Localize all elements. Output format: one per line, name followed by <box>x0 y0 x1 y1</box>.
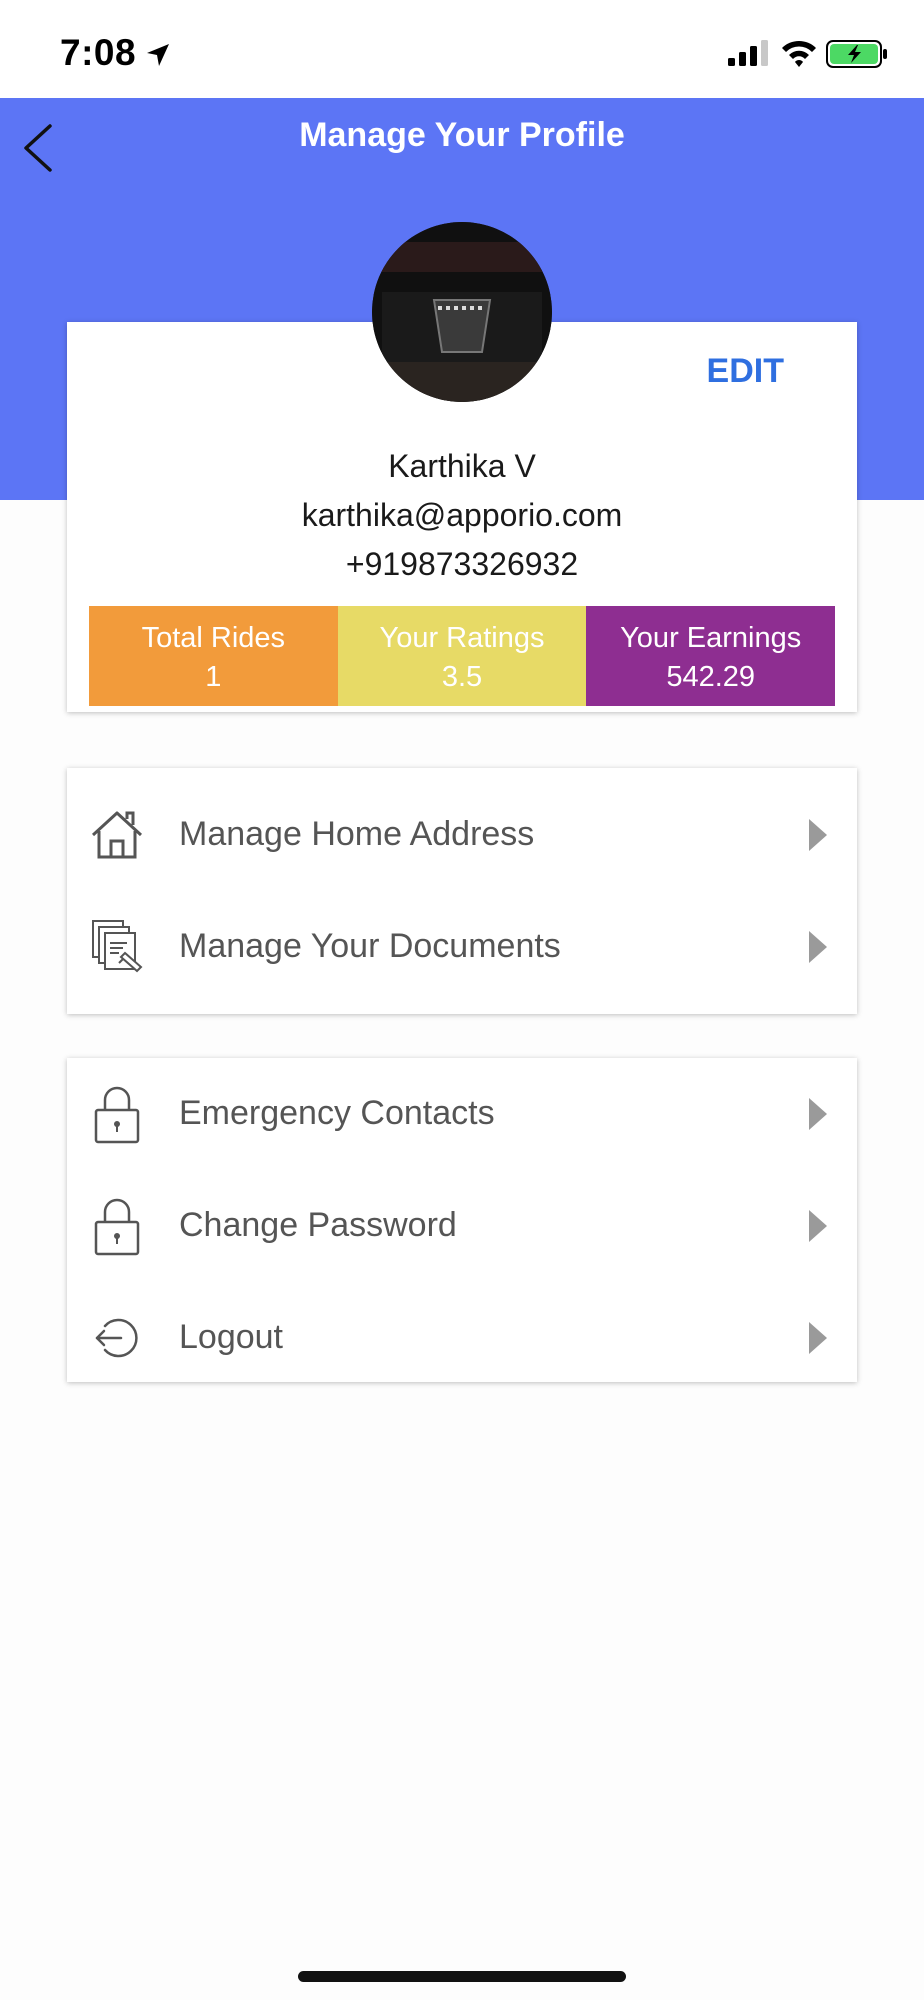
wifi-icon <box>782 40 816 67</box>
stat-your-ratings: Your Ratings 3.5 <box>337 606 587 706</box>
menu-card-address-documents: Manage Home Address Manage Your Document… <box>67 768 857 1014</box>
stat-value: 542.29 <box>666 661 756 693</box>
profile-photo <box>372 222 552 402</box>
chevron-right-icon <box>809 1322 827 1354</box>
chevron-right-icon <box>809 1098 827 1130</box>
menu-label: Emergency Contacts <box>179 1094 495 1132</box>
menu-label: Manage Your Documents <box>179 927 561 965</box>
profile-name: Karthika V <box>388 448 536 484</box>
page-title: Manage Your Profile <box>299 116 625 154</box>
status-time: 7:08 <box>60 32 137 73</box>
menu-item-manage-home-address[interactable]: Manage Home Address <box>67 779 857 891</box>
menu-label: Change Password <box>179 1206 457 1244</box>
menu-item-emergency-contacts[interactable]: Emergency Contacts <box>67 1058 857 1170</box>
lock-icon <box>94 1198 140 1256</box>
menu-label: Logout <box>179 1318 283 1356</box>
chevron-right-icon <box>809 819 827 851</box>
home-indicator[interactable] <box>298 1971 626 1982</box>
menu-item-logout[interactable]: Logout <box>67 1282 857 1394</box>
stat-label: Your Ratings <box>379 622 545 654</box>
home-icon <box>91 811 143 859</box>
location-arrow-icon <box>147 44 169 66</box>
documents-icon <box>92 920 143 973</box>
profile-email: karthika@apporio.com <box>301 497 623 533</box>
stat-value: 1 <box>205 661 222 693</box>
stat-total-rides: Total Rides 1 <box>89 606 338 706</box>
stat-value: 3.5 <box>441 661 483 693</box>
stat-your-earnings: Your Earnings 542.29 <box>586 606 836 706</box>
menu-item-change-password[interactable]: Change Password <box>67 1170 857 1282</box>
stats-row: Total Rides 1 Your Ratings 3.5 Your Earn… <box>89 606 836 706</box>
menu-label: Manage Home Address <box>179 815 535 853</box>
chevron-right-icon <box>809 1210 827 1242</box>
stat-label: Your Earnings <box>620 622 802 654</box>
edit-button[interactable]: EDIT <box>707 352 784 391</box>
avatar[interactable] <box>372 222 552 402</box>
battery-charging-icon <box>826 40 887 68</box>
menu-item-manage-documents[interactable]: Manage Your Documents <box>67 891 857 1003</box>
status-bar: 7:08 <box>0 0 924 98</box>
cellular-signal-icon <box>728 40 768 66</box>
profile-phone: +919873326932 <box>345 546 579 582</box>
logout-icon <box>95 1318 138 1358</box>
menu-card-account: Emergency Contacts Change Password Logou… <box>67 1058 857 1382</box>
lock-icon <box>94 1086 140 1144</box>
chevron-right-icon <box>809 931 827 963</box>
stat-label: Total Rides <box>141 622 286 654</box>
